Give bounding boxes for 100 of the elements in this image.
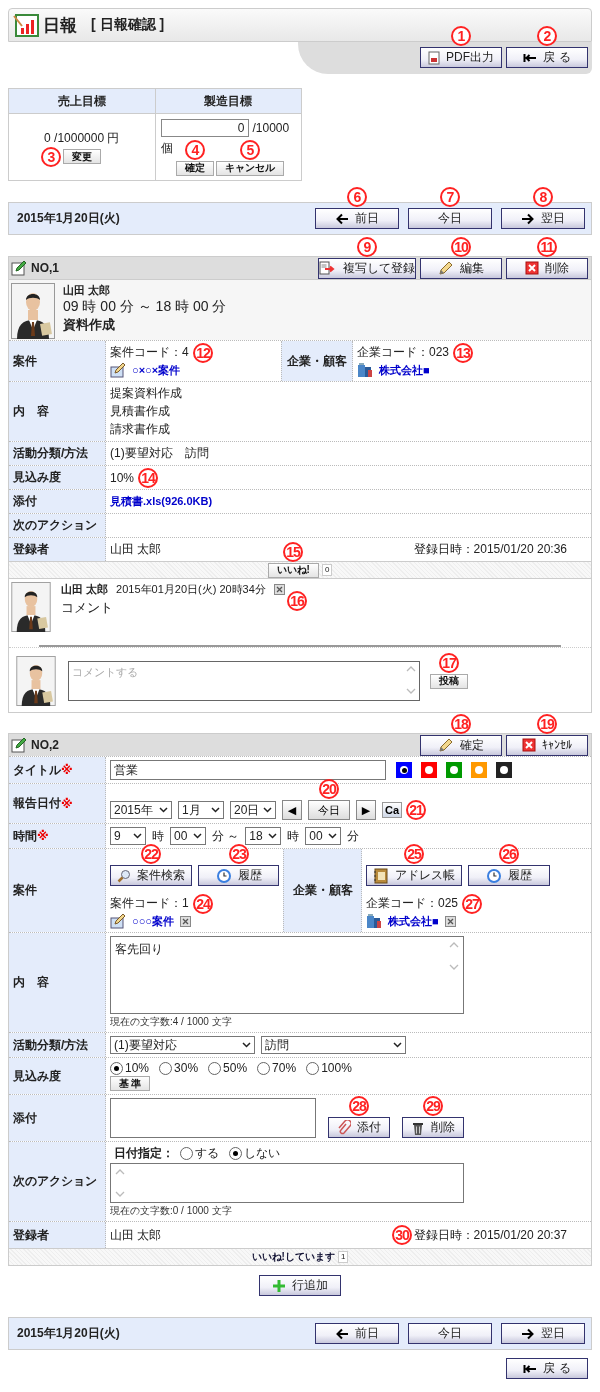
color-option[interactable] (446, 762, 462, 778)
button[interactable]: 戻 る (506, 1358, 588, 1379)
button[interactable]: 確定 (176, 160, 215, 176)
attachment-link[interactable]: 見積書.xls(926.0KB) (110, 494, 213, 509)
button[interactable]: 前日 (315, 208, 399, 229)
client-link[interactable]: 株式会社■ (379, 362, 430, 378)
radio-button[interactable] (208, 1061, 222, 1075)
button[interactable]: いいね! (267, 562, 319, 578)
dropdown[interactable]: 訪問 (261, 1036, 406, 1054)
callout-number: 5 (240, 140, 260, 160)
field-label: 案件 (9, 849, 106, 932)
field-label: 次のアクション (9, 1142, 106, 1221)
color-option[interactable] (471, 762, 487, 778)
radio-button[interactable] (110, 1061, 123, 1075)
option-label: 10% (125, 1061, 150, 1075)
number-field[interactable]: 0 (160, 118, 249, 137)
attachment-field[interactable] (110, 1098, 316, 1138)
field-label: 次のアクション (9, 514, 106, 537)
button[interactable]: 翌日 (501, 208, 585, 229)
button[interactable]: 戻 る (506, 47, 588, 68)
caret-icon (193, 833, 202, 839)
caret-icon (211, 807, 220, 813)
button[interactable]: 変更 (62, 149, 101, 164)
title-field[interactable]: 営業 (110, 760, 386, 780)
time-range: 09 時 00 分 ～ 18 時 00 分 (63, 298, 227, 316)
callout-number: 12 (193, 343, 213, 363)
button[interactable]: 今日 (408, 208, 492, 229)
caret-icon (268, 833, 278, 839)
next-button[interactable]: ▶ (356, 800, 376, 820)
button[interactable]: 削除 (402, 1117, 464, 1138)
time-unit: 分 (347, 827, 360, 845)
button[interactable]: 前日 (315, 1323, 399, 1344)
button[interactable]: 削除 (506, 257, 588, 279)
button[interactable]: 今日 (408, 1323, 492, 1344)
callout-number: 22 (141, 844, 161, 864)
button[interactable]: ｷｬﾝｾﾙ (506, 734, 588, 756)
report-number: NO,1 (31, 261, 60, 275)
button[interactable]: 履歴 (468, 865, 550, 886)
button[interactable]: キャンセル (216, 160, 285, 176)
dropdown[interactable]: 00 (170, 827, 206, 845)
next-action-field[interactable] (110, 1163, 464, 1203)
button[interactable]: アドレス帳 (366, 865, 462, 886)
callout-number: 10 (451, 237, 471, 257)
sales-value: 0 /1000000 円 (44, 130, 120, 147)
button[interactable]: 案件検索 (110, 865, 192, 886)
field-label: 見込み度 (9, 1058, 106, 1094)
dropdown[interactable]: 9 (110, 827, 146, 845)
caret-icon (242, 1042, 251, 1048)
callout-number: 11 (537, 237, 557, 257)
button[interactable]: 行追加 (259, 1275, 341, 1296)
field-label: 企業・顧客 (283, 849, 362, 932)
date-option-label: 日付指定： (114, 1145, 174, 1162)
color-option[interactable] (496, 762, 512, 778)
field-label: 企業・顧客 (281, 341, 353, 381)
today-button[interactable]: 今日 (308, 800, 350, 820)
scrollbar-arrows-icon (115, 1168, 125, 1198)
client-link[interactable]: 株式会社■ (388, 913, 439, 929)
callout-number: 20 (319, 779, 339, 799)
dropdown[interactable]: 2015年 (110, 801, 172, 819)
project-link[interactable]: ○×○×案件 (132, 362, 181, 378)
radio-button[interactable] (229, 1147, 242, 1160)
dropdown[interactable]: 20日 (230, 801, 276, 819)
calendar-button[interactable]: Ca (382, 802, 403, 818)
report-title: 資料作成 (63, 316, 116, 334)
building-icon (366, 913, 382, 929)
button[interactable]: 確定 (420, 734, 502, 756)
caret-icon (263, 807, 272, 813)
button[interactable]: PDF出力 (420, 47, 502, 68)
notepad-icon (11, 737, 27, 753)
field-value: 見積書作成 (110, 403, 170, 420)
content-field[interactable]: 客先回り (110, 936, 464, 1014)
button[interactable]: 翌日 (501, 1323, 585, 1344)
callout-number: 23 (229, 844, 249, 864)
registered-date: 登録日時：2015/01/20 20:36 (413, 541, 567, 558)
caret-icon (393, 1042, 402, 1048)
button[interactable]: 複写して登録 (318, 257, 416, 279)
like-count: 0 (321, 564, 333, 576)
delete-icon (525, 261, 539, 275)
callout-number: 16 (287, 591, 307, 611)
time-unit: 時 (152, 827, 164, 845)
radio-button[interactable] (159, 1061, 173, 1075)
project-link[interactable]: ○○○案件 (132, 913, 174, 929)
radio-button[interactable] (306, 1061, 320, 1075)
color-option[interactable] (396, 762, 412, 778)
button[interactable]: 基 準 (110, 1076, 150, 1091)
dropdown[interactable]: 00 (305, 827, 342, 845)
radio-button[interactable] (180, 1147, 193, 1160)
callout-number: 28 (349, 1096, 369, 1116)
previous-button[interactable]: ◀ (282, 800, 302, 820)
dropdown[interactable]: 1月 (178, 801, 224, 819)
button[interactable]: 投稿 (430, 673, 468, 689)
color-option[interactable] (421, 762, 437, 778)
radio-button[interactable] (257, 1061, 271, 1075)
button[interactable]: 編集 (420, 257, 502, 279)
dropdown[interactable]: 18 (245, 827, 282, 845)
button[interactable]: 履歴 (198, 865, 279, 886)
option-label: 100% (321, 1061, 352, 1075)
button[interactable]: 添付 (328, 1117, 390, 1138)
dropdown[interactable]: (1)要望対応 (110, 1036, 255, 1054)
close-icon (273, 584, 285, 595)
